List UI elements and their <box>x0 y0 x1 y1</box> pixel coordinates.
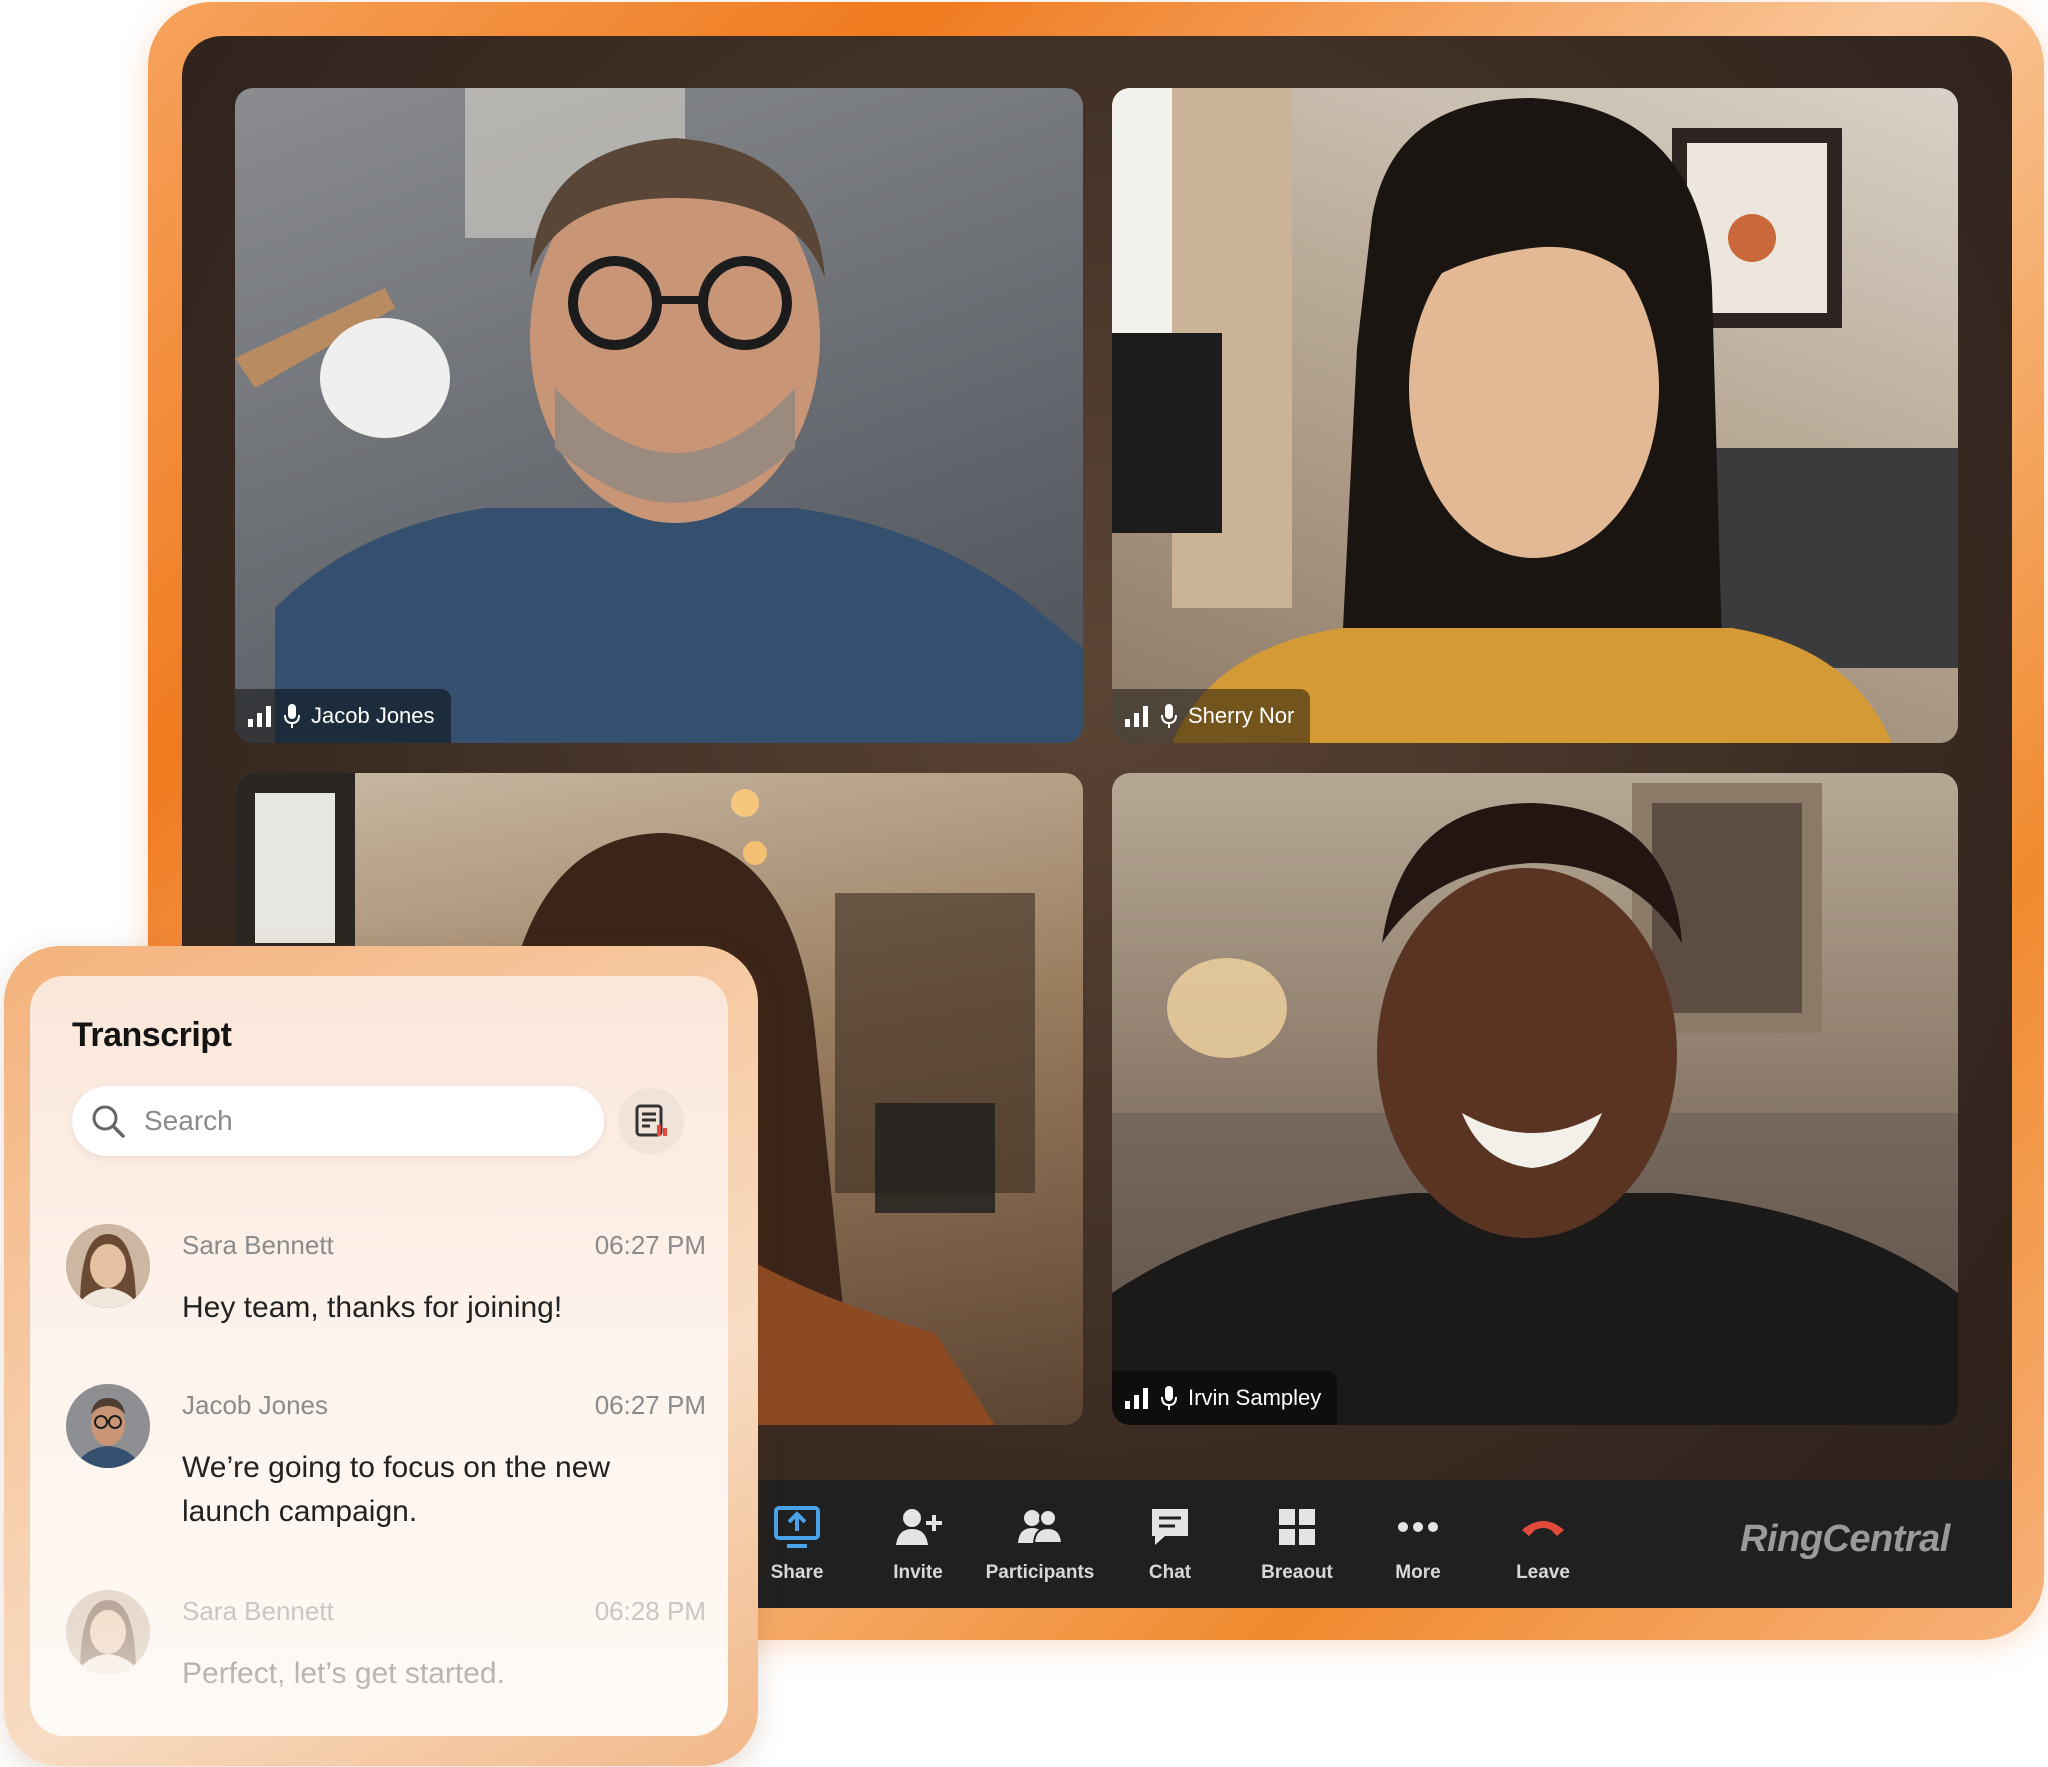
participant-name: Jacob Jones <box>311 703 435 728</box>
transcript-entry: Sara Bennett 06:27 PM Hey team, thanks f… <box>66 1224 706 1344</box>
message-time: 06:27 PM <box>594 1230 706 1260</box>
participant-video-sherry <box>1112 88 1958 743</box>
message-sender: Jacob Jones <box>182 1390 328 1420</box>
add-person-icon <box>896 1509 942 1545</box>
more-label: More <box>1395 1562 1441 1583</box>
invite-label: Invite <box>893 1562 943 1583</box>
leave-button[interactable]: Leave <box>1488 1500 1598 1596</box>
participant-video-irvin <box>1112 783 1958 1425</box>
transcript-entry: Sara Bennett 06:28 PM Perfect, let’s get… <box>66 1590 706 1700</box>
signal-strength-icon <box>248 706 271 727</box>
message-time: 06:28 PM <box>594 1596 706 1626</box>
document-export-icon <box>635 1104 667 1137</box>
participant-name: Sherry Nor <box>1188 703 1295 728</box>
leave-label: Leave <box>1516 1562 1570 1583</box>
sara-avatar-photo <box>66 1590 150 1674</box>
search-icon <box>92 1105 125 1138</box>
breakout-grid-icon <box>1279 1509 1315 1545</box>
hang-up-icon <box>1522 1521 1564 1536</box>
message-time: 06:27 PM <box>594 1390 706 1420</box>
share-button[interactable]: Share <box>742 1500 852 1596</box>
avatar <box>66 1384 150 1468</box>
participants-label: Participants <box>985 1562 1095 1583</box>
more-dots-icon <box>1398 1522 1438 1532</box>
video-tile-4[interactable]: Irvin Sampley <box>1112 773 1958 1425</box>
message-text: Perfect, let’s get started. <box>182 1657 505 1690</box>
participants-button[interactable]: Participants <box>985 1500 1095 1596</box>
signal-strength-icon <box>1125 1388 1148 1409</box>
chat-button[interactable]: Chat <box>1115 1500 1225 1596</box>
avatar <box>66 1590 150 1674</box>
transcript-export-button[interactable] <box>618 1088 684 1154</box>
brand-logo: RingCentral <box>1740 1518 1950 1560</box>
chat-label: Chat <box>1148 1562 1192 1583</box>
microphone-icon <box>1161 704 1177 728</box>
transcript-title: Transcript <box>72 1016 232 1054</box>
participant-name: Irvin Sampley <box>1188 1385 1322 1410</box>
avatar <box>66 1224 150 1308</box>
signal-strength-icon <box>1125 706 1148 727</box>
participant-name-tag: Jacob Jones <box>235 689 451 743</box>
microphone-icon <box>1161 1386 1177 1410</box>
participant-name-tag: Irvin Sampley <box>1112 1371 1338 1425</box>
message-sender: Sara Bennett <box>182 1596 334 1626</box>
breakout-button[interactable]: Breaout <box>1242 1500 1352 1596</box>
participants-icon <box>1018 1509 1064 1544</box>
more-button[interactable]: More <box>1363 1500 1473 1596</box>
participant-name-tag: Sherry Nor <box>1112 689 1311 743</box>
share-label: Share <box>770 1562 824 1583</box>
video-tile-1[interactable]: Jacob Jones <box>235 88 1083 743</box>
invite-button[interactable]: Invite <box>863 1500 973 1596</box>
chat-icon <box>1152 1509 1188 1545</box>
breakout-label: Breaout <box>1261 1562 1333 1583</box>
transcript-search-input[interactable] <box>144 1100 584 1142</box>
sara-avatar-photo <box>66 1224 150 1308</box>
microphone-icon <box>284 704 300 728</box>
transcript-entry: Jacob Jones 06:27 PM We’re going to focu… <box>66 1384 706 1544</box>
share-screen-icon <box>774 1506 820 1548</box>
video-tile-2[interactable]: Sherry Nor <box>1112 88 1958 743</box>
jacob-avatar-photo <box>66 1384 150 1468</box>
message-text: Hey team, thanks for joining! <box>182 1291 563 1324</box>
message-text: We’re going to focus on the new launch c… <box>182 1451 611 1528</box>
participant-video-jacob <box>235 88 1083 743</box>
message-sender: Sara Bennett <box>182 1230 334 1260</box>
